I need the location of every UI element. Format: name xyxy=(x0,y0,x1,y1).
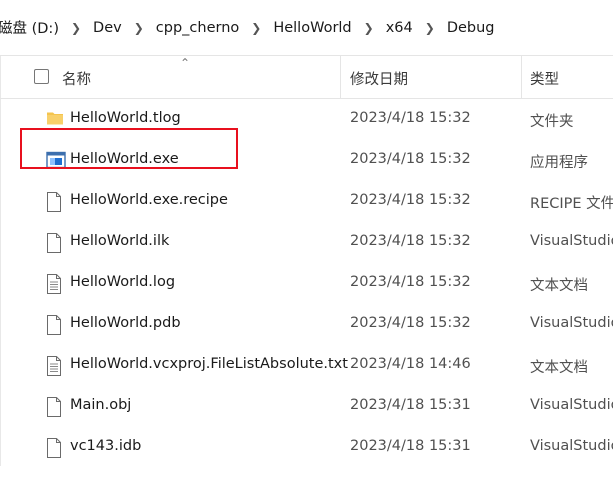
column-header: 名称 ⌃ 修改日期 类型 xyxy=(0,56,613,99)
file-row[interactable]: HelloWorld.ilk 2023/4/18 15:32 VisualStudi… xyxy=(0,222,613,263)
file-name[interactable]: HelloWorld.vcxproj.FileListAbsolute.txt xyxy=(70,356,348,372)
breadcrumb-cpp-cherno[interactable]: cpp_cherno xyxy=(152,20,243,36)
chevron-right-icon[interactable]: ❯ xyxy=(417,21,443,35)
file-type: RECIPE 文件 xyxy=(530,196,613,212)
file-date: 2023/4/18 15:32 xyxy=(350,274,471,290)
file-row[interactable]: HelloWorld.vcxproj.FileListAbsolute.txt 2… xyxy=(0,345,613,386)
column-divider[interactable] xyxy=(521,56,522,98)
file-date: 2023/4/18 15:32 xyxy=(350,151,471,167)
file-name[interactable]: HelloWorld.exe.recipe xyxy=(70,192,228,208)
file-row[interactable]: HelloWorld.exe.recipe 2023/4/18 15:32 RECI… xyxy=(0,181,613,222)
chevron-right-icon[interactable]: ❯ xyxy=(243,21,269,35)
file-name[interactable]: HelloWorld.log xyxy=(70,274,175,290)
file-date: 2023/4/18 15:31 xyxy=(350,438,471,454)
file-icon xyxy=(46,315,64,335)
file-name[interactable]: HelloWorld.tlog xyxy=(70,110,181,126)
file-icon xyxy=(46,397,64,417)
file-row[interactable]: HelloWorld.log 2023/4/18 15:32 文本文档 xyxy=(0,263,613,304)
column-header-name[interactable]: 名称 xyxy=(62,68,91,89)
file-name[interactable]: HelloWorld.ilk xyxy=(70,233,169,249)
file-date: 2023/4/18 15:32 xyxy=(350,110,471,126)
file-date: 2023/4/18 15:32 xyxy=(350,192,471,208)
text-file-icon xyxy=(46,274,64,294)
text-file-icon xyxy=(46,356,64,376)
file-date: 2023/4/18 14:46 xyxy=(350,356,471,372)
file-row[interactable]: HelloWorld.tlog 2023/4/18 15:32 文件夹 xyxy=(0,99,613,140)
file-row[interactable]: vc143.idb 2023/4/18 15:31 VisualStudio xyxy=(0,427,613,468)
breadcrumb: 磁盘 (D:) ❯ Dev ❯ cpp_cherno ❯ HelloWorld … xyxy=(0,0,613,56)
chevron-right-icon[interactable]: ❯ xyxy=(126,21,152,35)
file-date: 2023/4/18 15:32 xyxy=(350,315,471,331)
folder-icon xyxy=(46,110,64,130)
file-row[interactable]: Main.obj 2023/4/18 15:31 VisualStudio xyxy=(0,386,613,427)
chevron-right-icon[interactable]: ❯ xyxy=(63,21,89,35)
breadcrumb-x64[interactable]: x64 xyxy=(382,20,417,36)
file-type: VisualStudio xyxy=(530,397,613,413)
chevron-right-icon[interactable]: ❯ xyxy=(356,21,382,35)
file-row[interactable]: HelloWorld.pdb 2023/4/18 15:32 VisualStudi… xyxy=(0,304,613,345)
file-type: 文本文档 xyxy=(530,278,588,294)
breadcrumb-debug[interactable]: Debug xyxy=(443,20,499,36)
breadcrumb-helloworld[interactable]: HelloWorld xyxy=(269,20,355,36)
column-header-date[interactable]: 修改日期 xyxy=(350,68,408,89)
file-icon xyxy=(46,192,64,212)
file-type: VisualStudio xyxy=(530,438,613,454)
file-name[interactable]: HelloWorld.pdb xyxy=(70,315,181,331)
file-name[interactable]: HelloWorld.exe xyxy=(70,151,179,167)
breadcrumb-dev[interactable]: Dev xyxy=(89,20,126,36)
file-icon xyxy=(46,233,64,253)
breadcrumb-drive[interactable]: 磁盘 (D:) xyxy=(0,17,63,38)
column-divider[interactable] xyxy=(340,56,341,98)
file-type: VisualStudio xyxy=(530,315,613,331)
file-name[interactable]: vc143.idb xyxy=(70,438,141,454)
select-all-checkbox[interactable] xyxy=(34,69,49,84)
file-date: 2023/4/18 15:31 xyxy=(350,397,471,413)
file-list: HelloWorld.tlog 2023/4/18 15:32 文件夹 HelloWo… xyxy=(0,99,613,468)
file-name[interactable]: Main.obj xyxy=(70,397,131,413)
file-type: 文本文档 xyxy=(530,360,588,376)
column-header-type[interactable]: 类型 xyxy=(530,68,559,89)
file-date: 2023/4/18 15:32 xyxy=(350,233,471,249)
file-type: 应用程序 xyxy=(530,155,588,171)
exe-icon xyxy=(46,151,66,171)
file-type: VisualStudio xyxy=(530,233,613,249)
file-row[interactable]: HelloWorld.exe 2023/4/18 15:32 应用程序 xyxy=(0,140,613,181)
sort-ascending-icon: ⌃ xyxy=(180,56,191,70)
file-type: 文件夹 xyxy=(530,114,574,130)
file-icon xyxy=(46,438,64,458)
